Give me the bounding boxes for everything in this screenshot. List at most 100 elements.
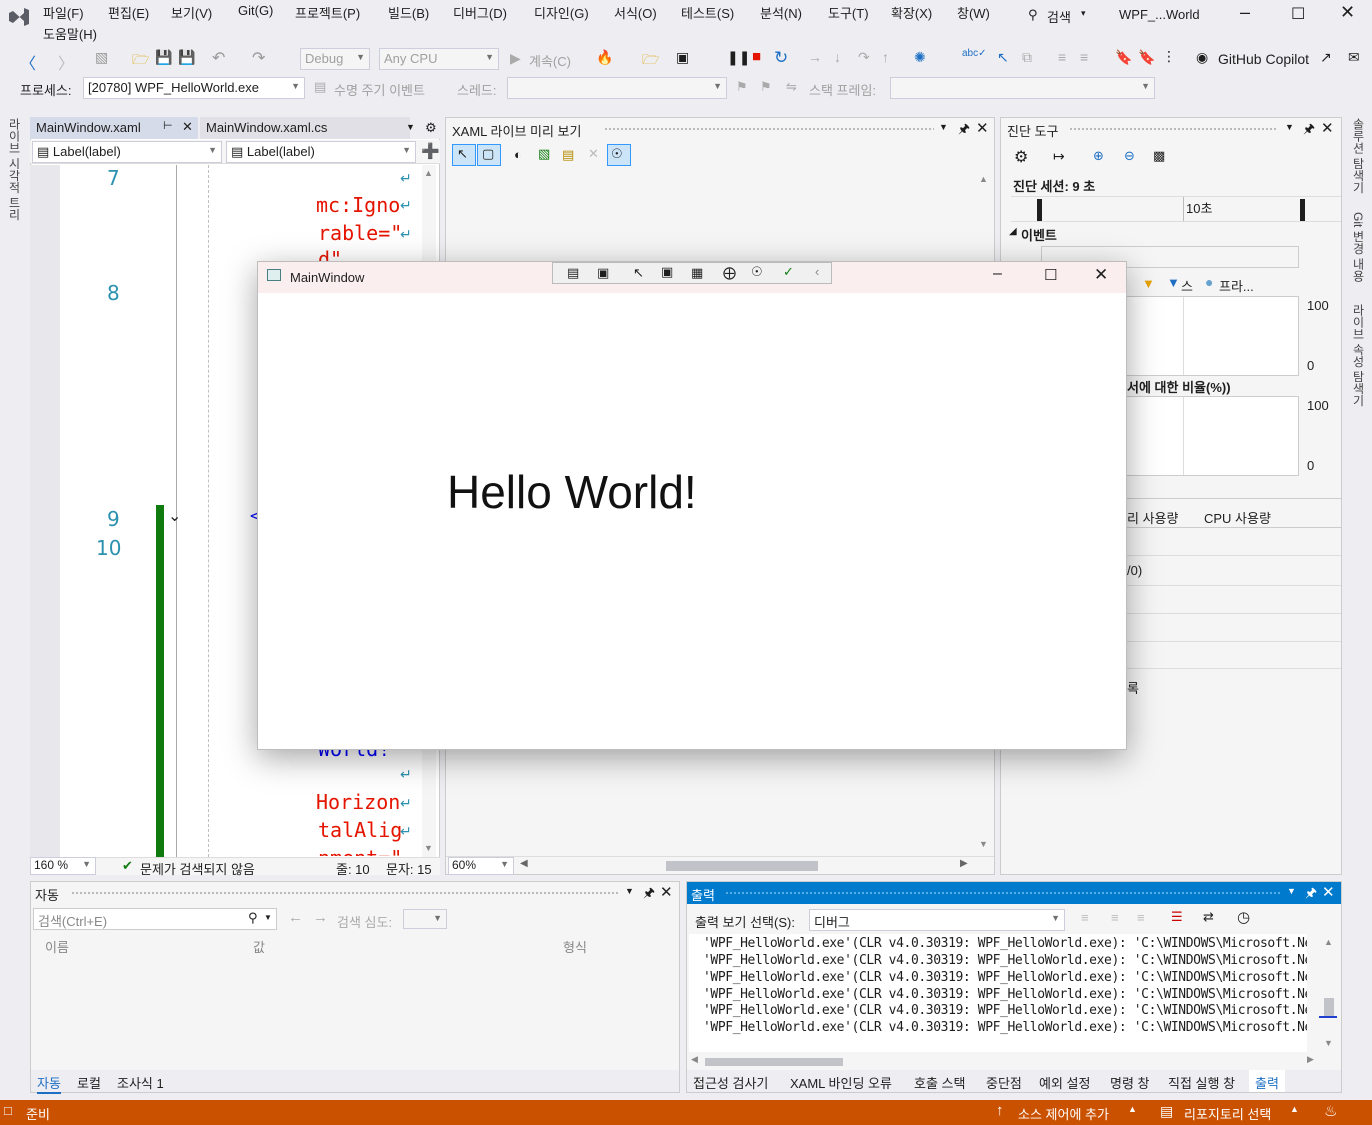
select-repository-button[interactable]: 리포지토리 선택 bbox=[1184, 1104, 1271, 1123]
undo-icon[interactable]: ↶ bbox=[212, 48, 225, 68]
display-layout-adorners-icon[interactable]: ▣ bbox=[661, 264, 673, 280]
tab-breakpoints[interactable]: 중단점 bbox=[986, 1073, 1022, 1092]
menu-test[interactable]: 테스트(S) bbox=[681, 3, 734, 22]
scroll-right-icon[interactable]: ▶ bbox=[1307, 1054, 1314, 1065]
save-all-icon[interactable]: 💾 bbox=[178, 49, 195, 66]
timestamp-icon[interactable]: ◷ bbox=[1237, 908, 1250, 926]
tab-locals[interactable]: 로컬 bbox=[77, 1073, 101, 1092]
close-icon[interactable]: ✕ bbox=[182, 119, 193, 135]
pause-icon[interactable]: ❚❚ bbox=[727, 49, 750, 66]
copilot-button[interactable]: GitHub Copilot bbox=[1218, 51, 1309, 67]
scroll-up-icon[interactable]: ▲ bbox=[979, 174, 988, 184]
save-icon[interactable]: 💾 bbox=[155, 49, 172, 66]
copy-icon[interactable]: ⧉ bbox=[1022, 49, 1032, 66]
menu-tools[interactable]: 도구(T) bbox=[828, 3, 869, 22]
minimize-icon[interactable]: – bbox=[993, 265, 1002, 283]
menu-design[interactable]: 디자인(G) bbox=[534, 3, 589, 22]
more-icon[interactable]: ⋮ bbox=[1162, 48, 1176, 65]
member-dropdown[interactable]: ▤ Label(label) ▼ bbox=[226, 141, 416, 163]
code-line[interactable]: d" bbox=[318, 247, 342, 261]
chevron-down-icon[interactable]: ▼ bbox=[264, 913, 272, 922]
pointer-icon[interactable]: ↖ bbox=[997, 49, 1009, 66]
settings-gear-icon[interactable]: ⚙ bbox=[425, 120, 437, 136]
code-line[interactable]: rable=" bbox=[318, 221, 402, 245]
menu-debug[interactable]: 디버그(D) bbox=[453, 3, 507, 22]
back-icon[interactable]: 〈 bbox=[20, 50, 36, 74]
select-element-button[interactable]: ↖ bbox=[452, 144, 476, 166]
code-line[interactable]: Horizon bbox=[316, 790, 400, 814]
horizontal-scroll-thumb[interactable] bbox=[666, 861, 818, 871]
output-vertical-scrollbar[interactable]: ▲ ▼ bbox=[1317, 934, 1339, 1052]
maximize-icon[interactable]: ☐ bbox=[1291, 4, 1305, 24]
comment-icon[interactable]: ≡ bbox=[1058, 49, 1066, 65]
flag-all-icon[interactable]: ⚑ bbox=[760, 79, 772, 95]
panel-menu-icon[interactable]: ▼ bbox=[1285, 122, 1294, 132]
chart-icon[interactable]: ▩ bbox=[1153, 148, 1165, 164]
maximize-icon[interactable]: ☐ bbox=[1044, 266, 1057, 284]
zoom-in-icon[interactable]: ⊕ bbox=[1093, 148, 1104, 164]
events-header[interactable]: 이벤트 bbox=[1021, 225, 1057, 244]
share-icon[interactable]: ↗ bbox=[1320, 49, 1332, 66]
menu-analyze[interactable]: 분석(N) bbox=[760, 3, 802, 22]
memory-usage-tab[interactable]: 리 사용량 bbox=[1127, 508, 1178, 527]
scroll-thumb[interactable] bbox=[705, 1058, 843, 1066]
app-main-window[interactable]: MainWindow ▤ ▣ ↖ ▣ ▦ ⨁ ☉ ✓ ‹ – ☐ ✕ Hello… bbox=[257, 261, 1127, 750]
word-wrap-toggle-icon[interactable]: ⇄ bbox=[1203, 909, 1214, 925]
open-folder-icon[interactable]: 🗁 bbox=[132, 49, 149, 73]
step-over-icon[interactable]: ↷ bbox=[858, 49, 870, 66]
lifecycle-events-button[interactable]: 수명 주기 이벤트 bbox=[334, 80, 425, 99]
flag-icon[interactable]: ⚑ bbox=[736, 79, 748, 95]
menu-build[interactable]: 빌드(B) bbox=[388, 3, 429, 22]
display-adorners-button[interactable]: ▢ bbox=[477, 144, 501, 166]
track-focus-icon[interactable]: ▦ bbox=[691, 265, 703, 281]
clear-icon[interactable]: ✕ bbox=[588, 146, 599, 162]
scroll-down-icon[interactable]: ▼ bbox=[1324, 1038, 1333, 1048]
close-icon[interactable]: ✕ bbox=[1094, 265, 1108, 285]
preview-visibility-button[interactable]: ☉ bbox=[607, 144, 631, 166]
check-circle-icon[interactable]: ✓ bbox=[783, 264, 794, 280]
menu-format[interactable]: 서식(O) bbox=[614, 3, 657, 22]
tab-autos[interactable]: 자동 bbox=[37, 1073, 61, 1094]
find-message-icon[interactable]: ≡ bbox=[1081, 910, 1089, 925]
pointer-select-icon[interactable]: ↖ bbox=[633, 265, 644, 281]
panel-menu-icon[interactable]: ▼ bbox=[625, 886, 634, 896]
tab-output[interactable]: 출력 bbox=[1249, 1070, 1285, 1092]
new-project-icon[interactable]: ▧ bbox=[95, 49, 108, 66]
pin-icon[interactable]: 🖈 bbox=[643, 884, 655, 906]
next-message-icon[interactable]: ≡ bbox=[1137, 910, 1145, 925]
menu-project[interactable]: 프로젝트(P) bbox=[295, 3, 360, 22]
search-icon[interactable]: ⚲ bbox=[248, 910, 258, 926]
select-element-icon[interactable]: ▣ bbox=[597, 265, 609, 281]
live-property-explorer-tab[interactable]: 라이브 속성 탐색기 bbox=[1350, 304, 1367, 407]
git-changes-tab[interactable]: Git 변경 내용 bbox=[1350, 212, 1367, 282]
tab-xaml-binding-failures[interactable]: XAML 바인딩 오류 bbox=[790, 1073, 892, 1092]
continue-button[interactable]: 계속(C) bbox=[529, 51, 571, 70]
timeline-ruler[interactable]: 10초 bbox=[1011, 196, 1341, 222]
tab-immediate-window[interactable]: 직접 실행 창 bbox=[1168, 1073, 1235, 1092]
panel-menu-icon[interactable]: ▼ bbox=[1287, 886, 1296, 896]
menu-extensions[interactable]: 확장(X) bbox=[891, 3, 932, 22]
uncomment-icon[interactable]: ≡ bbox=[1080, 49, 1088, 65]
binding-failures-icon[interactable]: ⨁ bbox=[723, 265, 736, 281]
search-forward-icon[interactable]: → bbox=[313, 909, 328, 926]
stack-icon[interactable]: ⇋ bbox=[786, 79, 797, 95]
tab-call-stack[interactable]: 호출 스택 bbox=[914, 1073, 965, 1092]
scroll-down-icon[interactable]: ▼ bbox=[979, 839, 988, 849]
search-back-icon[interactable]: ← bbox=[288, 909, 303, 926]
layout-icon[interactable]: ▣ bbox=[676, 49, 689, 66]
platform-dropdown[interactable]: Any CPU ▼ bbox=[379, 48, 499, 70]
search-icon[interactable]: ⚲ bbox=[1028, 7, 1038, 23]
live-visual-tree-tab[interactable]: 라이브 시각적 트리 bbox=[6, 118, 23, 221]
tab-mainwindow-xaml[interactable]: MainWindow.xaml ⊢ ✕ bbox=[30, 117, 198, 139]
pin-icon[interactable]: 🖈 bbox=[1303, 120, 1315, 142]
measure-icon[interactable]: ▤ bbox=[562, 147, 574, 163]
split-icon[interactable]: ➕ bbox=[421, 142, 440, 160]
solution-explorer-tab[interactable]: 솔루션 탐색기 bbox=[1350, 118, 1367, 193]
scroll-up-icon[interactable]: ▲ bbox=[424, 168, 433, 178]
stop-icon[interactable]: ■ bbox=[752, 48, 761, 65]
notification-bell-icon[interactable]: ♨ bbox=[1324, 1102, 1337, 1120]
settings-gear-icon[interactable]: ⚙ bbox=[1014, 147, 1028, 167]
code-line[interactable]: talAlig bbox=[318, 818, 402, 842]
copilot-icon[interactable]: ◉ bbox=[1196, 49, 1208, 66]
bookmark-icon[interactable]: 🔖 bbox=[1115, 49, 1132, 66]
